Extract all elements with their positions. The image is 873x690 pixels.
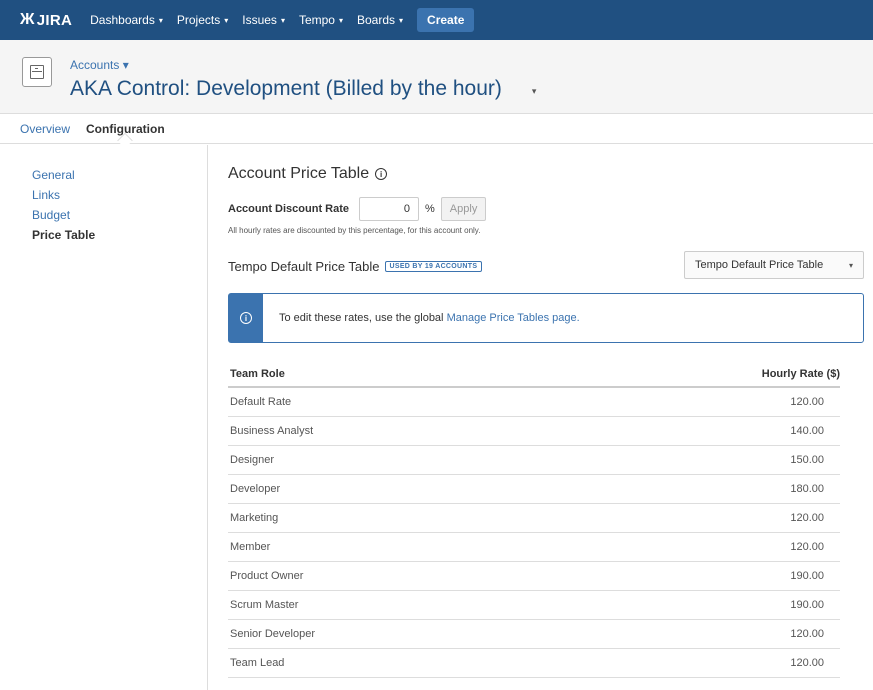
rate-cell: 150.00 xyxy=(550,445,840,475)
top-navigation: Ж JIRA Dashboards ▾ Projects ▾ Issues ▾ … xyxy=(0,0,873,40)
role-cell: Member xyxy=(228,532,551,562)
manage-price-tables-link[interactable]: Manage Price Tables page. xyxy=(447,312,580,324)
usage-badge: USED BY 19 ACCOUNTS xyxy=(384,260,483,272)
table-row: Designer 150.00 xyxy=(228,445,840,475)
table-row: Team Lead 120.00 xyxy=(228,648,840,678)
price-table-title: Tempo Default Price Table xyxy=(228,258,380,274)
nav-projects-label: Projects xyxy=(176,13,221,27)
project-header: Accounts ▾ AKA Control: Development (Bil… xyxy=(0,40,873,114)
jira-logo[interactable]: Ж JIRA xyxy=(20,11,72,29)
notice-text: To edit these rates, use the global Mana… xyxy=(279,312,580,324)
section-title-text: Account Price Table xyxy=(228,165,370,182)
discount-rate-input[interactable] xyxy=(359,197,420,221)
create-button[interactable]: Create xyxy=(417,8,475,32)
table-row: Developer 180.00 xyxy=(228,474,840,504)
role-cell: Developer xyxy=(228,474,551,504)
notice-icon-bar: i xyxy=(229,294,263,342)
rate-cell: 190.00 xyxy=(550,590,840,620)
notice-message: To edit these rates, use the global xyxy=(279,312,444,324)
chevron-down-icon: ▾ xyxy=(399,15,404,25)
nav-issues[interactable]: Issues ▾ xyxy=(242,13,285,27)
column-header-rate: Hourly Rate ($) xyxy=(550,361,840,388)
table-row: Scrum Master 190.00 xyxy=(228,590,840,620)
chevron-down-icon: ▾ xyxy=(338,15,343,25)
sidebar: General Links Budget Price Table xyxy=(0,145,208,690)
title-dropdown-icon[interactable]: ▾ xyxy=(532,86,537,97)
nav-tempo-label: Tempo xyxy=(298,13,335,27)
table-row: Marketing 120.00 xyxy=(228,503,840,533)
role-cell: Senior Developer xyxy=(228,619,551,649)
price-table-select[interactable]: Tempo Default Price Table ▾ xyxy=(684,251,864,279)
jira-logo-icon: Ж xyxy=(20,11,35,28)
tab-bar: Overview Configuration xyxy=(0,115,873,144)
nav-issues-label: Issues xyxy=(242,13,277,27)
percent-unit: % xyxy=(425,203,435,215)
rate-cell: 140.00 xyxy=(550,416,840,446)
role-cell: Business Analyst xyxy=(228,416,551,446)
sidebar-item-price-table[interactable]: Price Table xyxy=(0,225,207,245)
role-cell: Default Rate xyxy=(228,387,551,417)
table-row: Senior Developer 120.00 xyxy=(228,619,840,649)
table-row: Business Analyst 140.00 xyxy=(228,416,840,446)
nav-boards[interactable]: Boards ▾ xyxy=(357,13,403,27)
table-row: Member 120.00 xyxy=(228,532,840,562)
chevron-down-icon: ▾ xyxy=(224,15,229,25)
cabinet-icon xyxy=(30,65,44,79)
nav-dashboards-label: Dashboards xyxy=(90,13,155,27)
role-cell: Product Owner xyxy=(228,561,551,591)
role-cell: Team Lead xyxy=(228,648,551,678)
role-cell: Marketing xyxy=(228,503,551,533)
main-content: Account Price Table i Account Discount R… xyxy=(228,145,868,678)
nav-tempo[interactable]: Tempo ▾ xyxy=(299,13,343,27)
table-row: Default Rate 120.00 xyxy=(228,387,840,417)
sidebar-item-links[interactable]: Links xyxy=(0,185,207,205)
apply-button[interactable]: Apply xyxy=(440,197,487,221)
rate-cell: 190.00 xyxy=(550,561,840,591)
role-cell: Designer xyxy=(228,445,551,475)
jira-logo-text: JIRA xyxy=(36,11,73,29)
info-icon[interactable]: i xyxy=(375,168,388,180)
discount-row: Account Discount Rate % Apply xyxy=(228,197,868,221)
price-table-select-value: Tempo Default Price Table xyxy=(695,259,824,271)
chevron-down-icon: ▾ xyxy=(280,15,285,25)
column-header-role: Team Role xyxy=(228,361,551,388)
rate-cell: 120.00 xyxy=(550,648,840,678)
accounts-dropdown[interactable]: Accounts ▾ xyxy=(70,58,129,72)
section-title: Account Price Table i xyxy=(228,165,868,183)
rate-cell: 120.00 xyxy=(550,532,840,562)
page-title: AKA Control: Development (Billed by the … xyxy=(70,77,536,101)
sidebar-item-budget[interactable]: Budget xyxy=(0,205,207,225)
tab-overview[interactable]: Overview xyxy=(20,122,70,136)
rate-cell: 120.00 xyxy=(550,387,840,417)
nav-dashboards[interactable]: Dashboards ▾ xyxy=(90,13,163,27)
account-avatar xyxy=(22,57,52,87)
price-table: Team Role Hourly Rate ($) Default Rate 12… xyxy=(228,361,840,678)
tab-configuration[interactable]: Configuration xyxy=(86,122,165,136)
table-row: Product Owner 190.00 xyxy=(228,561,840,591)
nav-boards-label: Boards xyxy=(357,13,396,27)
role-cell: Scrum Master xyxy=(228,590,551,620)
price-table-header: Tempo Default Price Table USED BY 19 ACC… xyxy=(228,251,868,281)
rate-cell: 120.00 xyxy=(550,619,840,649)
chevron-down-icon: ▾ xyxy=(158,15,163,25)
info-icon: i xyxy=(240,312,252,324)
sidebar-item-general[interactable]: General xyxy=(0,165,207,185)
nav-projects[interactable]: Projects ▾ xyxy=(177,13,228,27)
account-title: AKA Control: Development (Billed by the … xyxy=(70,77,502,100)
info-notice: i To edit these rates, use the global Ma… xyxy=(228,293,864,343)
discount-label: Account Discount Rate xyxy=(228,203,350,215)
discount-help-text: All hourly rates are discounted by this … xyxy=(228,226,481,235)
rate-cell: 120.00 xyxy=(550,503,840,533)
table-header-row: Team Role Hourly Rate ($) xyxy=(228,361,840,388)
chevron-down-icon: ▾ xyxy=(848,260,853,270)
rate-cell: 180.00 xyxy=(550,474,840,504)
